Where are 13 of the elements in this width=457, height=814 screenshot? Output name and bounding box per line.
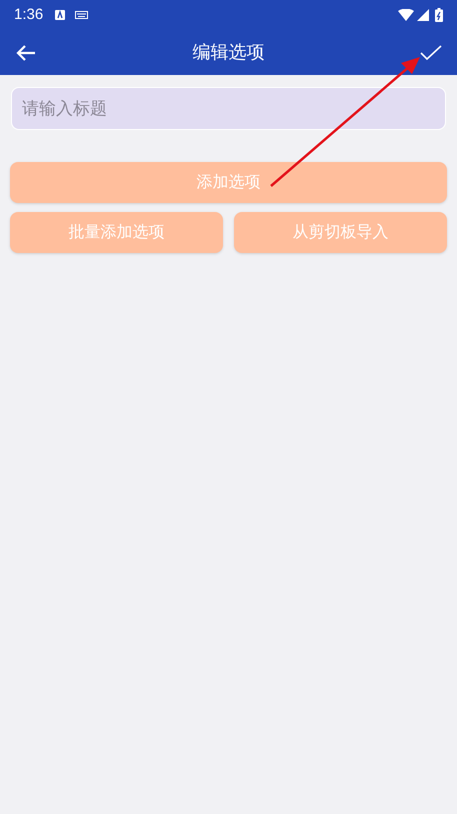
title-input-field[interactable]: 请输入标题 [11,87,446,130]
signal-icon [417,9,429,21]
notification-icon [55,10,66,20]
status-time: 1:36 [14,4,44,25]
add-option-button[interactable]: 添加选项 [10,162,447,203]
wifi-icon [398,9,414,21]
battery-icon [435,8,443,22]
app-bar-title: 编辑选项 [192,41,264,64]
back-arrow-icon [16,44,36,62]
check-icon [420,44,442,60]
option-action-button[interactable]: 从剪切板导入 [234,212,447,253]
keyboard-icon [75,11,88,19]
option-action-button[interactable]: 批量添加选项 [10,212,223,253]
